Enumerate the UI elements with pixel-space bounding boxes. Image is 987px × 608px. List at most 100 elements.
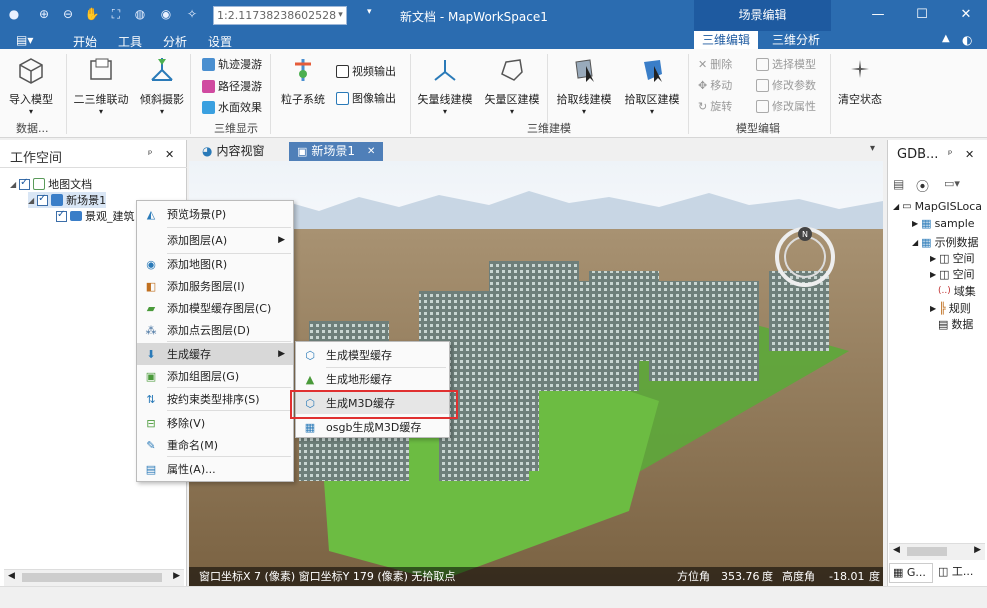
menu-item-add-layer[interactable]: 添加图层(A) ▶ <box>137 229 293 251</box>
gdb-close-button[interactable]: ✕ <box>965 148 974 161</box>
track-roam-button[interactable]: 轨迹漫游 <box>202 56 262 72</box>
expand-icon[interactable]: ◢ <box>912 238 918 247</box>
gdb-tree-domain[interactable]: (..) 域集 <box>938 283 976 299</box>
scroll-left-icon[interactable]: ◀ <box>8 571 15 581</box>
menu-item-sort-by-constraint[interactable]: ⇅ 按约束类型排序(S) <box>137 388 293 410</box>
view-options-icon[interactable]: ▭▾ <box>944 177 960 190</box>
expand-icon[interactable]: ◢ <box>893 202 899 211</box>
expand-icon[interactable]: ◢ <box>10 180 16 189</box>
checkbox[interactable] <box>37 193 49 206</box>
minimize-button[interactable]: — <box>855 0 901 31</box>
import-model-button[interactable]: 导入模型 ▾ <box>6 56 56 116</box>
delete-button[interactable]: ✕ 删除 <box>698 56 732 72</box>
oblique-button[interactable]: 倾斜摄影 ▾ <box>137 56 187 116</box>
modify-param-button[interactable]: 修改参数 <box>756 77 816 93</box>
expand-icon[interactable]: ▶ <box>930 254 936 263</box>
close-button[interactable]: ✕ <box>943 0 987 31</box>
gdb-tree-space2[interactable]: ▶ ◫ 空间 <box>930 266 975 282</box>
menu-analysis[interactable]: 分析 <box>163 33 187 50</box>
gdb-tree-space1[interactable]: ▶ ◫ 空间 <box>930 250 975 266</box>
menu-item-add-pointcloud-layer[interactable]: ⁂ 添加点云图层(D) <box>137 319 293 341</box>
tree-item-layer[interactable]: 景观_建筑 <box>56 208 135 224</box>
scale-input[interactable]: 1:2.11738238602528 <box>213 6 347 25</box>
scroll-thumb[interactable] <box>907 547 947 556</box>
menu-tools[interactable]: 工具 <box>118 33 142 50</box>
menu-item-gen-terrain-cache[interactable]: ▲ 生成地形缓存 <box>296 368 449 390</box>
scroll-right-icon[interactable]: ▶ <box>974 545 981 555</box>
camera-icon[interactable]: ⦿ <box>916 176 929 195</box>
gdb-tree-sample[interactable]: ▶ ▦ sample <box>912 217 975 230</box>
maximize-button[interactable]: ☐ <box>899 0 945 31</box>
pick-line-model-button[interactable]: 拾取线建模 ▾ <box>552 56 616 116</box>
horizontal-scrollbar[interactable]: ◀ ▶ <box>889 543 985 560</box>
pan-hand-icon[interactable]: ✋ <box>84 6 100 22</box>
tab-tools[interactable]: ◫ 工... <box>935 563 983 583</box>
scroll-right-icon[interactable]: ▶ <box>173 571 180 581</box>
menu-item-osgb-gen-m3d[interactable]: ▦ osgb生成M3D缓存 <box>296 416 449 438</box>
expand-icon[interactable]: ▶ <box>912 219 918 228</box>
tab-close-icon[interactable]: ✕ <box>367 142 375 161</box>
globe-icon[interactable]: ◉ <box>158 6 174 22</box>
menu-item-add-model-cache-layer[interactable]: ▰ 添加模型缓存图层(C) <box>137 297 293 319</box>
zoom-in-icon[interactable]: ⊕ <box>36 6 52 22</box>
refresh-icon[interactable]: ◍ <box>132 6 148 22</box>
magic-wand-icon[interactable]: ✧ <box>184 6 200 22</box>
vector-area-model-button[interactable]: 矢量区建模 ▾ <box>480 56 544 116</box>
scroll-left-icon[interactable]: ◀ <box>893 545 900 555</box>
chevron-down-icon[interactable]: ▾ <box>334 7 347 24</box>
menu-item-remove[interactable]: ⊟ 移除(V) <box>137 412 293 434</box>
scroll-thumb[interactable] <box>22 573 162 582</box>
menu-settings[interactable]: 设置 <box>208 33 232 50</box>
tab-3d-analysis[interactable]: 三维分析 <box>766 31 826 49</box>
gdb-tree-root[interactable]: ◢ ▭ MapGISLoca <box>893 200 982 213</box>
menu-item-generate-cache[interactable]: ⬇ 生成缓存 ▶ <box>137 343 293 365</box>
customize-dropdown-icon[interactable]: ▾ <box>367 7 372 17</box>
expand-icon[interactable]: ◢ <box>28 196 34 205</box>
menu-item-gen-model-cache[interactable]: ⬡ 生成模型缓存 <box>296 344 449 366</box>
gdb-tree-rules[interactable]: ▶ ╠ 规则 <box>930 300 971 316</box>
checkbox[interactable] <box>56 209 67 222</box>
water-effect-button[interactable]: 水面效果 <box>202 99 262 115</box>
menu-item-rename[interactable]: ✎ 重命名(M) <box>137 434 293 456</box>
tree-item-scene[interactable]: ◢ 新场景1 <box>28 192 107 208</box>
zoom-out-icon[interactable]: ⊖ <box>60 6 76 22</box>
collapse-ribbon-icon[interactable]: ▲ <box>942 33 950 44</box>
checkbox[interactable] <box>19 177 31 190</box>
particle-button[interactable]: 粒子系统 <box>279 56 327 107</box>
tab-gdb[interactable]: ▦ G... <box>889 563 933 583</box>
full-extent-icon[interactable]: ⛶ <box>108 6 124 22</box>
horizontal-scrollbar[interactable]: ◀ ▶ <box>4 569 184 586</box>
modify-attr-button[interactable]: 修改属性 <box>756 98 816 114</box>
db-tool-icon[interactable]: ▤ <box>893 177 904 191</box>
select-model-button[interactable]: 选择模型 <box>756 56 816 72</box>
path-roam-button[interactable]: 路径漫游 <box>202 78 262 94</box>
rotate-button[interactable]: ↻ 旋转 <box>698 98 732 114</box>
menu-item-add-map[interactable]: ◉ 添加地图(R) <box>137 253 293 275</box>
move-button[interactable]: ✥ 移动 <box>698 77 732 93</box>
vector-line-model-button[interactable]: 矢量线建模 ▾ <box>414 56 476 116</box>
image-output-button[interactable]: 图像输出 <box>336 90 396 106</box>
menu-item-add-group-layer[interactable]: ▣ 添加组图层(G) <box>137 365 293 387</box>
menu-item-properties[interactable]: ▤ 属性(A)... <box>137 458 293 480</box>
file-menu-button[interactable]: ▤▾ <box>16 33 33 47</box>
help-icon[interactable]: ◐ <box>962 33 972 47</box>
clear-state-button[interactable]: 清空状态 <box>835 56 885 107</box>
pin-icon[interactable]: ᵖ <box>148 149 152 160</box>
gdb-tree-data[interactable]: ▤ 数据 <box>938 316 973 332</box>
linkage-button[interactable]: 二三维联动 ▾ <box>70 56 132 116</box>
expand-icon[interactable]: ▶ <box>930 304 936 313</box>
menu-start[interactable]: 开始 <box>73 33 97 50</box>
tree-item-map-doc[interactable]: ◢ 地图文档 <box>10 176 92 192</box>
tab-3d-edit[interactable]: 三维编辑 <box>694 31 758 49</box>
video-output-button[interactable]: 视频输出 <box>336 63 396 79</box>
tabs-dropdown-icon[interactable]: ▾ <box>870 143 875 154</box>
menu-item-preview-scene[interactable]: ◭ 预览场景(P) <box>137 203 293 225</box>
gdb-tree-example[interactable]: ◢ ▦ 示例数据 <box>912 234 979 250</box>
menu-item-add-service-layer[interactable]: ◧ 添加服务图层(I) <box>137 275 293 297</box>
pick-area-model-button[interactable]: 拾取区建模 ▾ <box>620 56 684 116</box>
workspace-close-button[interactable]: ✕ <box>165 148 174 161</box>
pin-icon[interactable]: ᵖ <box>948 149 952 160</box>
tab-new-scene[interactable]: ▣ 新场景1 ✕ <box>289 142 384 161</box>
tab-content-view[interactable]: ◕ 内容视窗 <box>194 142 273 161</box>
expand-icon[interactable]: ▶ <box>930 270 936 279</box>
